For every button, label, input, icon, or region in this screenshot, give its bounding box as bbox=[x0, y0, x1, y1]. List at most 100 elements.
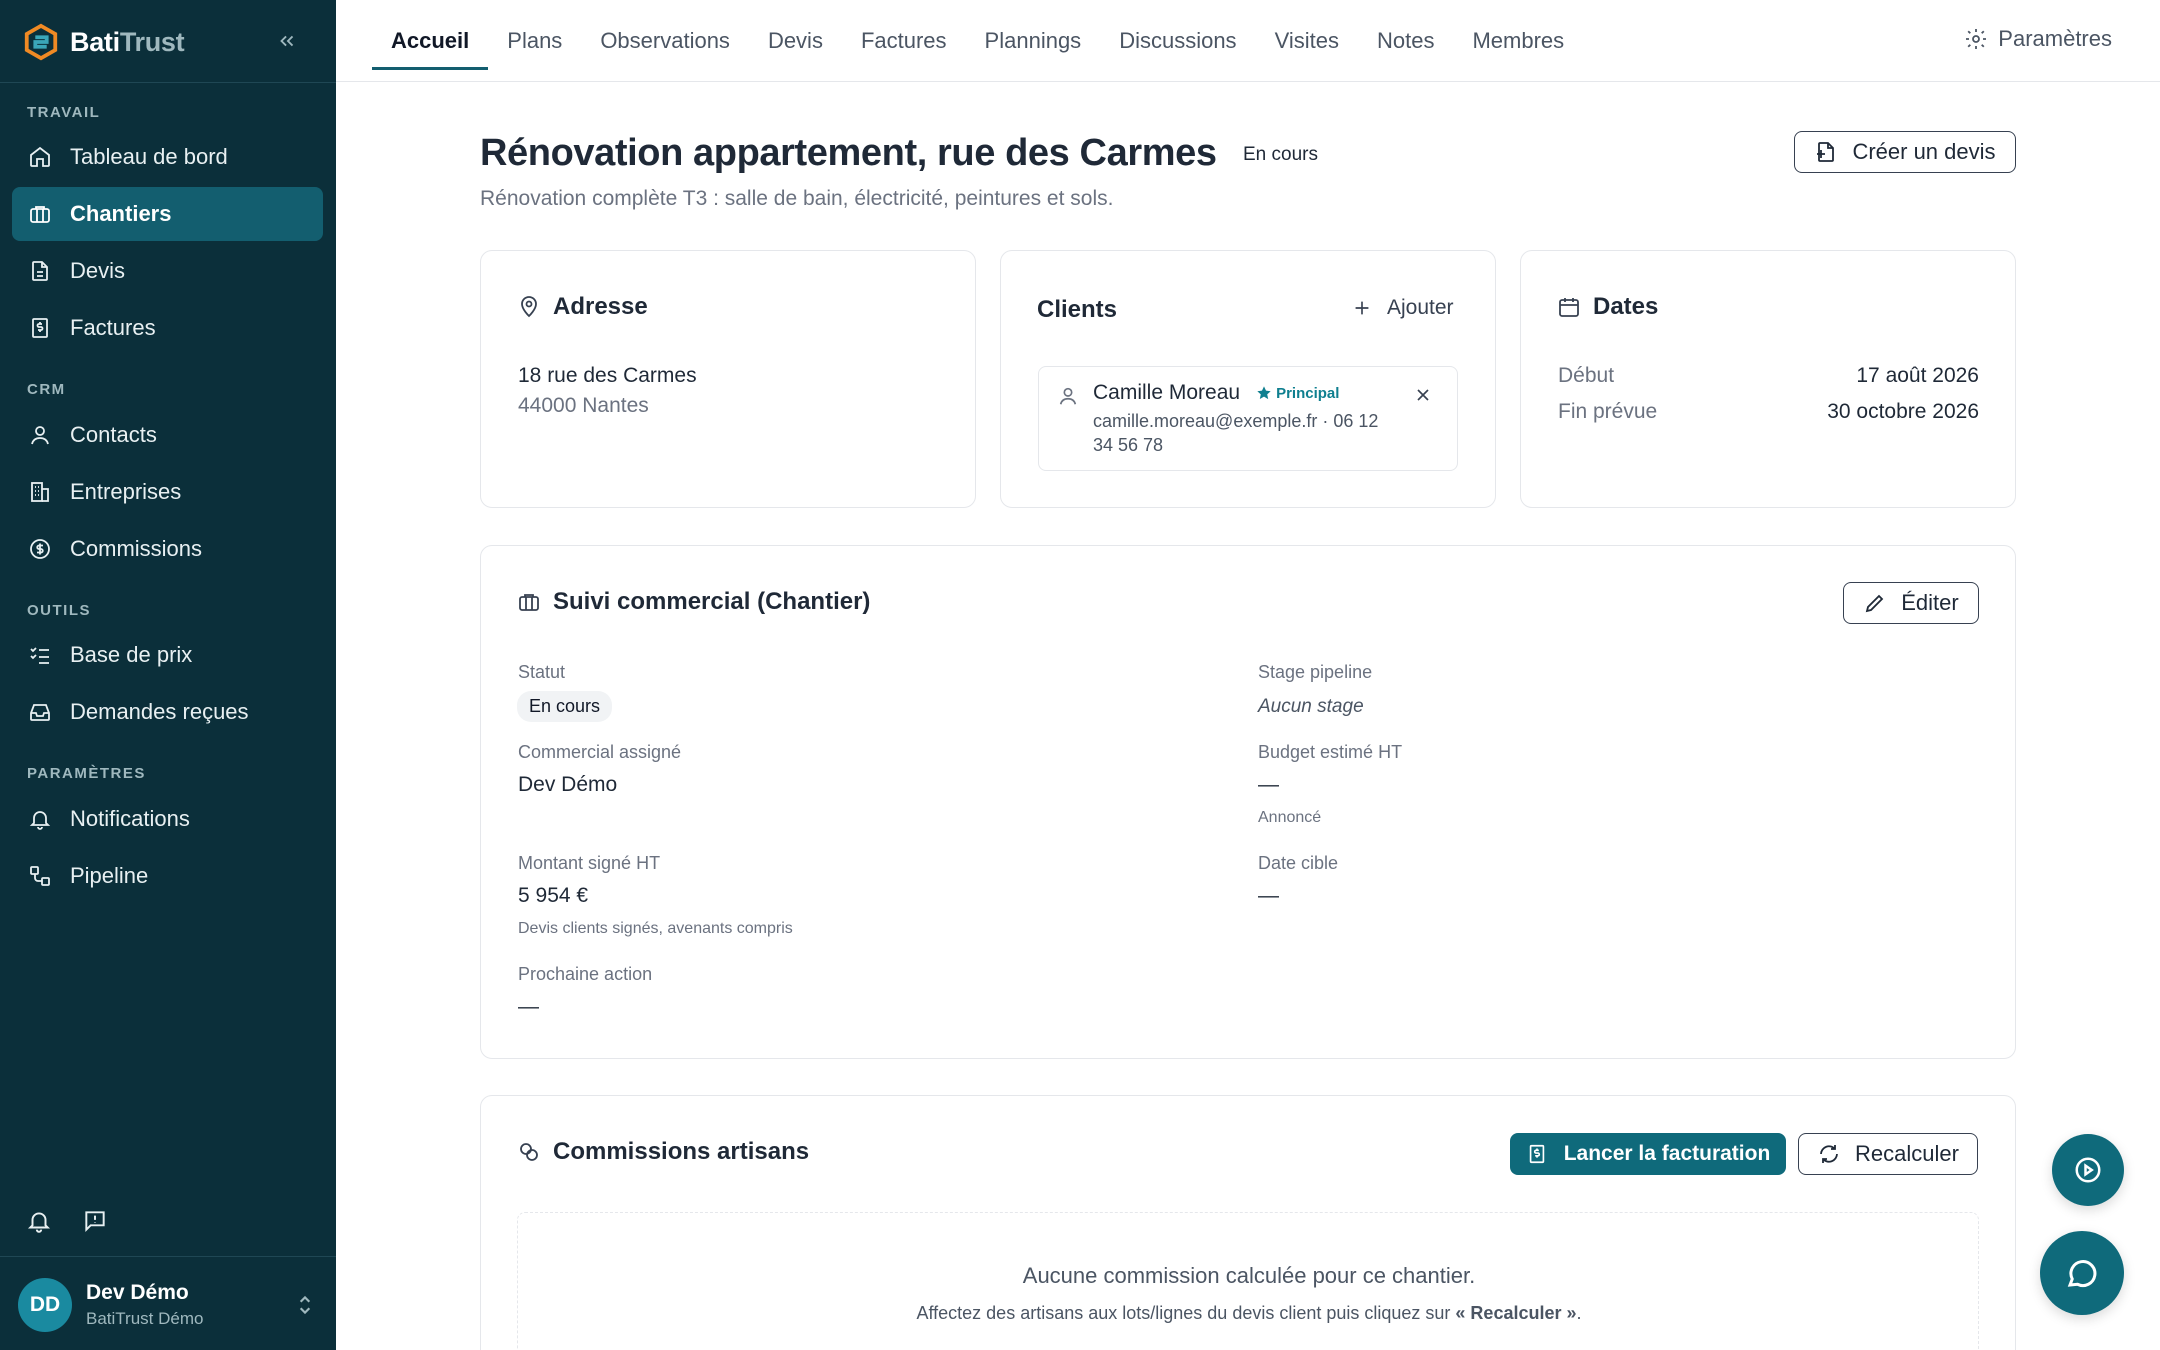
statut-label: Statut bbox=[518, 662, 566, 682]
recalculate-label: Recalculer bbox=[1855, 1141, 1959, 1166]
star-icon bbox=[1257, 386, 1271, 400]
assigned-value: Dev Démo bbox=[518, 773, 618, 796]
tab-membres[interactable]: Membres bbox=[1453, 0, 1583, 82]
tab-discussions[interactable]: Discussions bbox=[1100, 0, 1255, 82]
bell-icon[interactable] bbox=[26, 1208, 52, 1234]
sidebar-item-label: Tableau de bord bbox=[70, 144, 228, 169]
sidebar-item-contacts[interactable]: Contacts bbox=[12, 408, 323, 462]
play-circle-icon bbox=[2075, 1157, 2101, 1183]
client-item[interactable]: Camille Moreau Principal camille.moreau@… bbox=[1038, 366, 1458, 471]
section-label-parametres: PARAMÈTRES bbox=[27, 765, 146, 782]
user-org: BatiTrust Démo bbox=[86, 1309, 204, 1328]
file-plus-icon bbox=[1817, 142, 1835, 162]
settings-button[interactable]: Paramètres bbox=[1964, 26, 2112, 52]
address-card: Adresse 18 rue des Carmes 44000 Nantes bbox=[480, 250, 976, 508]
sidebar-quick-actions bbox=[26, 1208, 108, 1234]
close-icon[interactable] bbox=[1413, 385, 1433, 405]
sidebar-item-label: Notifications bbox=[70, 806, 190, 831]
target-date-label: Date cible bbox=[1258, 853, 1339, 873]
principal-badge: Principal bbox=[1276, 384, 1340, 402]
page-subtitle: Rénovation complète T3 : salle de bain, … bbox=[480, 187, 1114, 210]
empty-description: Affectez des artisans aux lots/lignes du… bbox=[916, 1303, 1582, 1323]
create-quote-label: Créer un devis bbox=[1852, 139, 1996, 164]
section-label-outils: OUTILS bbox=[27, 602, 91, 619]
sidebar-item-commissions[interactable]: Commissions bbox=[12, 522, 323, 576]
commercial-card: Suivi commercial (Chantier) Éditer Statu… bbox=[480, 545, 2016, 1059]
gear-icon bbox=[1966, 29, 1987, 49]
dates-card-title: Dates bbox=[1557, 293, 1658, 321]
settings-label: Paramètres bbox=[1998, 26, 2112, 51]
user-icon bbox=[1059, 387, 1077, 405]
briefcase-icon bbox=[519, 594, 539, 611]
empty-title: Aucune commission calculée pour ce chant… bbox=[1022, 1263, 1476, 1288]
address-line1: 18 rue des Carmes bbox=[518, 364, 697, 387]
invoice-icon bbox=[32, 318, 48, 338]
tab-plans[interactable]: Plans bbox=[488, 0, 581, 82]
user-menu[interactable]: DD Dev Démo BatiTrust Démo bbox=[18, 1278, 318, 1332]
target-date-value: — bbox=[1258, 884, 1279, 907]
signed-value: 5 954 € bbox=[518, 884, 589, 907]
collapse-sidebar-button[interactable] bbox=[272, 26, 302, 56]
next-action-value: — bbox=[518, 995, 539, 1018]
budget-label: Budget estimé HT bbox=[1258, 742, 1403, 762]
sidebar-item-chantiers[interactable]: Chantiers bbox=[12, 187, 323, 241]
avatar: DD bbox=[18, 1278, 72, 1332]
address-card-title: Adresse bbox=[517, 293, 648, 321]
section-label-travail: TRAVAIL bbox=[27, 104, 101, 121]
tab-accueil[interactable]: Accueil bbox=[372, 0, 489, 82]
sidebar-divider bbox=[0, 82, 336, 83]
bell-icon bbox=[29, 811, 51, 830]
client-name: Camille Moreau bbox=[1093, 381, 1241, 404]
tab-visites[interactable]: Visites bbox=[1256, 0, 1358, 82]
tab-plannings[interactable]: Plannings bbox=[966, 0, 1101, 82]
tab-observations[interactable]: Observations bbox=[581, 0, 749, 82]
sidebar-item-pipeline[interactable]: Pipeline bbox=[12, 849, 323, 903]
sidebar-item-notifications[interactable]: Notifications bbox=[12, 792, 323, 846]
tab-factures[interactable]: Factures bbox=[842, 0, 966, 82]
workflow-icon bbox=[30, 866, 50, 886]
sidebar-item-demandes-recues[interactable]: Demandes reçues bbox=[12, 685, 323, 739]
sidebar-divider bbox=[0, 1256, 336, 1257]
play-tour-button[interactable] bbox=[2052, 1134, 2124, 1206]
brand-logo[interactable]: BatiTrust bbox=[22, 22, 185, 62]
budget-hint: Annoncé bbox=[1258, 809, 1322, 826]
launch-invoicing-button[interactable]: Lancer la facturation bbox=[1510, 1133, 1786, 1175]
map-pin-icon bbox=[521, 296, 537, 318]
sidebar-item-label: Entreprises bbox=[70, 479, 182, 504]
tab-bar: Accueil Plans Observations Devis Facture… bbox=[372, 0, 1583, 82]
clients-card-title: Clients bbox=[1037, 296, 1118, 323]
dates-card: Dates Début 17 août 2026 Fin prévue 30 o… bbox=[1520, 250, 2016, 508]
sidebar-item-base-de-prix[interactable]: Base de prix bbox=[12, 628, 323, 682]
recalculate-button[interactable]: Recalculer bbox=[1798, 1133, 1978, 1175]
stage-value: Aucun stage bbox=[1258, 696, 1364, 717]
chat-button[interactable] bbox=[2040, 1231, 2124, 1315]
status-pill: En cours bbox=[517, 691, 613, 722]
end-date-value: 30 octobre 2026 bbox=[1827, 400, 1979, 423]
tab-notes[interactable]: Notes bbox=[1358, 0, 1453, 82]
sidebar-item-devis[interactable]: Devis bbox=[12, 244, 323, 298]
top-navigation: Accueil Plans Observations Devis Facture… bbox=[336, 0, 2160, 82]
tab-devis[interactable]: Devis bbox=[749, 0, 842, 82]
user-name: Dev Démo bbox=[86, 1281, 189, 1304]
feedback-icon[interactable] bbox=[82, 1208, 108, 1234]
sidebar-item-tableau-de-bord[interactable]: Tableau de bord bbox=[12, 130, 323, 184]
assigned-label: Commercial assigné bbox=[518, 742, 682, 762]
signed-label: Montant signé HT bbox=[518, 853, 661, 873]
refresh-icon bbox=[1820, 1145, 1838, 1163]
invoice-icon bbox=[1529, 1144, 1544, 1164]
commissions-empty-state: Aucune commission calculée pour ce chant… bbox=[517, 1212, 1979, 1350]
sidebar-item-label: Base de prix bbox=[70, 642, 193, 667]
inbox-icon bbox=[30, 704, 50, 721]
sidebar: BatiTrust TRAVAIL Tableau de bord Chanti… bbox=[0, 0, 336, 1350]
status-badge: En cours bbox=[1243, 144, 1318, 165]
add-client-button[interactable]: Ajouter bbox=[1351, 296, 1454, 320]
page-title: Rénovation appartement, rue des Carmes bbox=[480, 132, 1217, 174]
sidebar-item-label: Pipeline bbox=[70, 863, 149, 888]
chat-bubble-icon bbox=[2067, 1260, 2097, 1288]
pencil-icon bbox=[1866, 594, 1884, 613]
sidebar-item-entreprises[interactable]: Entreprises bbox=[12, 465, 323, 519]
create-quote-button[interactable]: Créer un devis bbox=[1794, 131, 2016, 173]
edit-button[interactable]: Éditer bbox=[1843, 582, 1979, 624]
sidebar-item-factures[interactable]: Factures bbox=[12, 301, 323, 355]
file-icon bbox=[32, 261, 48, 281]
